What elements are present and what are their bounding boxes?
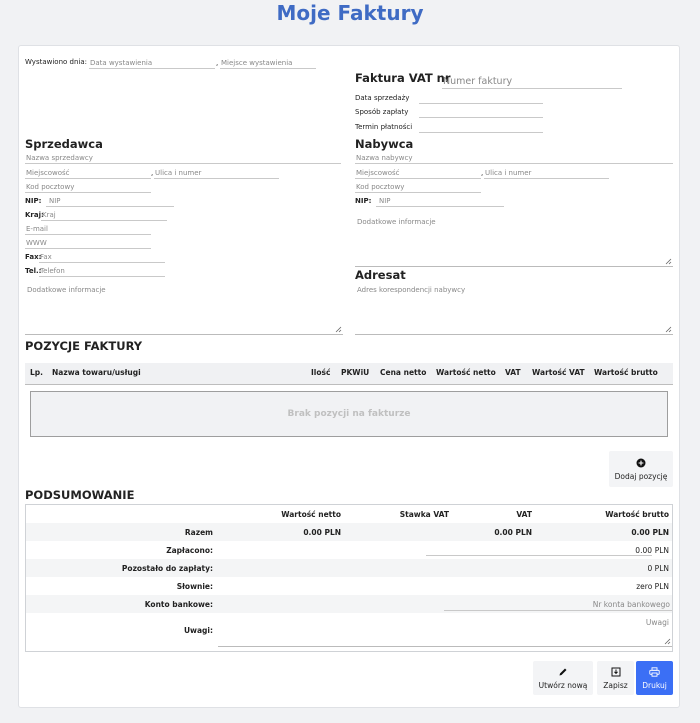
payment-method-row[interactable]: Sposób zapłaty	[355, 105, 543, 118]
buyer-heading: Nabywca	[355, 137, 414, 151]
seller-street-separator: ,	[151, 169, 154, 177]
new-invoice-button[interactable]: Utwórz nową	[533, 661, 593, 695]
notes-textarea[interactable]: Uwagi	[218, 615, 672, 647]
summary-heading: PODSUMOWANIE	[25, 488, 135, 502]
col-vat-value: Wartość VAT	[532, 368, 585, 377]
sum-col-vat: VAT	[516, 510, 532, 519]
sum-col-gross: Wartość brutto	[605, 510, 669, 519]
summary-header-row: Wartość netto Stawka VAT VAT Wartość bru…	[26, 505, 672, 523]
items-empty-state: Brak pozycji na fakturze	[30, 391, 668, 437]
addressee-heading: Adresat	[355, 268, 406, 282]
seller-tel-input[interactable]: Telefon	[39, 264, 165, 277]
save-button[interactable]: Zapisz	[597, 661, 634, 695]
seller-www-input[interactable]: WWW	[25, 236, 151, 249]
seller-email-input[interactable]: E-mail	[25, 222, 151, 235]
paid-input[interactable]: 0.00	[426, 543, 652, 556]
seller-street-input[interactable]: Ulica i numer	[154, 166, 279, 179]
invoice-number-input[interactable]: Numer faktury	[442, 72, 622, 89]
addressee-textarea[interactable]: Adres korespondencji nabywcy	[355, 283, 673, 335]
seller-fax-input[interactable]: Fax	[39, 250, 165, 263]
items-heading: POZYCJE FAKTURY	[25, 339, 143, 353]
col-qty: Ilość	[311, 368, 331, 377]
buyer-zip-input[interactable]: Kod pocztowy	[355, 180, 481, 193]
paid-currency: PLN	[654, 546, 669, 555]
summary-table: Wartość netto Stawka VAT VAT Wartość bru…	[25, 504, 673, 652]
save-icon	[611, 667, 620, 676]
buyer-city-input[interactable]: Miejscowość	[355, 166, 481, 179]
invoice-card: Wystawiono dnia: Data wystawienia , Miej…	[18, 45, 680, 708]
sum-col-net: Wartość netto	[281, 510, 341, 519]
app-title: Moje Faktury	[276, 1, 424, 25]
seller-extra-textarea[interactable]: Dodatkowe informacje	[25, 283, 343, 335]
buyer-extra-textarea[interactable]: Dodatkowe informacje	[355, 215, 673, 267]
buyer-street-input[interactable]: Ulica i numer	[484, 166, 609, 179]
bank-label: Konto bankowe:	[144, 600, 213, 609]
invoice-title: Faktura VAT nr	[355, 71, 451, 85]
col-lp: Lp.	[30, 368, 43, 377]
summary-paid-row: Zapłacono: 0.00 PLN	[26, 541, 672, 559]
summary-words-row: Słownie: zero PLN	[26, 577, 672, 595]
summary-remaining-row: Pozostało do zapłaty: 0 PLN	[26, 559, 672, 577]
add-circle-icon	[636, 458, 646, 467]
resize-grip-icon	[335, 326, 342, 333]
col-vat: VAT	[505, 368, 521, 377]
summary-notes-row: Uwagi: Uwagi	[26, 613, 672, 651]
buyer-street-separator: ,	[481, 169, 484, 177]
total-label: Razem	[184, 528, 213, 537]
seller-zip-input[interactable]: Kod pocztowy	[25, 180, 151, 193]
items-table-header: Lp. Nazwa towaru/usługi Ilość PKWiU Cena…	[25, 363, 673, 385]
bank-account-input[interactable]: Nr konta bankowego	[444, 597, 672, 611]
col-name: Nazwa towaru/usługi	[52, 368, 141, 377]
seller-nip-input[interactable]: NIP	[46, 194, 174, 207]
resize-grip-icon	[664, 638, 671, 645]
seller-city-input[interactable]: Miejscowość	[25, 166, 151, 179]
seller-country-input[interactable]: Kraj	[41, 208, 167, 221]
issue-date-label: Wystawiono dnia:	[25, 58, 87, 66]
buyer-name-input[interactable]: Nazwa nabywcy	[355, 151, 673, 164]
sale-date-row[interactable]: Data sprzedaży	[355, 91, 543, 104]
words-value: zero PLN	[636, 582, 669, 591]
col-gross-value: Wartość brutto	[594, 368, 658, 377]
remaining-label: Pozostało do zapłaty:	[121, 564, 213, 573]
sum-col-rate: Stawka VAT	[399, 510, 449, 519]
total-net-value: 0.00 PLN	[303, 528, 341, 537]
issue-separator: ,	[216, 59, 219, 67]
buyer-nip-input[interactable]: NIP	[376, 194, 504, 207]
words-label: Słownie:	[176, 582, 213, 591]
resize-grip-icon	[665, 326, 672, 333]
seller-nip-label: NIP:	[25, 197, 42, 205]
payment-due-row[interactable]: Termin płatności	[355, 120, 543, 133]
summary-total-row: Razem 0.00 PLN 0.00 PLN 0.00 PLN	[26, 523, 672, 541]
seller-heading: Sprzedawca	[25, 137, 103, 151]
col-pkwiu: PKWiU	[341, 368, 370, 377]
printer-icon	[649, 666, 660, 677]
pencil-icon	[559, 668, 567, 675]
seller-name-input[interactable]: Nazwa sprzedawcy	[25, 151, 341, 164]
paid-label: Zapłacono:	[166, 546, 213, 555]
summary-bank-row: Konto bankowe: Nr konta bankowego	[26, 595, 672, 613]
remaining-value: 0 PLN	[647, 564, 669, 573]
total-gross-value: 0.00 PLN	[631, 528, 669, 537]
col-net-value: Wartość netto	[436, 368, 496, 377]
buyer-nip-label: NIP:	[355, 197, 372, 205]
print-button[interactable]: Drukuj	[636, 661, 673, 695]
issue-place-input[interactable]: Miejsce wystawienia	[220, 56, 316, 69]
col-net-price: Cena netto	[380, 368, 427, 377]
resize-grip-icon	[665, 258, 672, 265]
total-vat-value: 0.00 PLN	[494, 528, 532, 537]
notes-label: Uwagi:	[183, 626, 213, 635]
issue-date-input[interactable]: Data wystawienia	[89, 56, 215, 69]
add-item-button[interactable]: Dodaj pozycję	[609, 451, 673, 487]
